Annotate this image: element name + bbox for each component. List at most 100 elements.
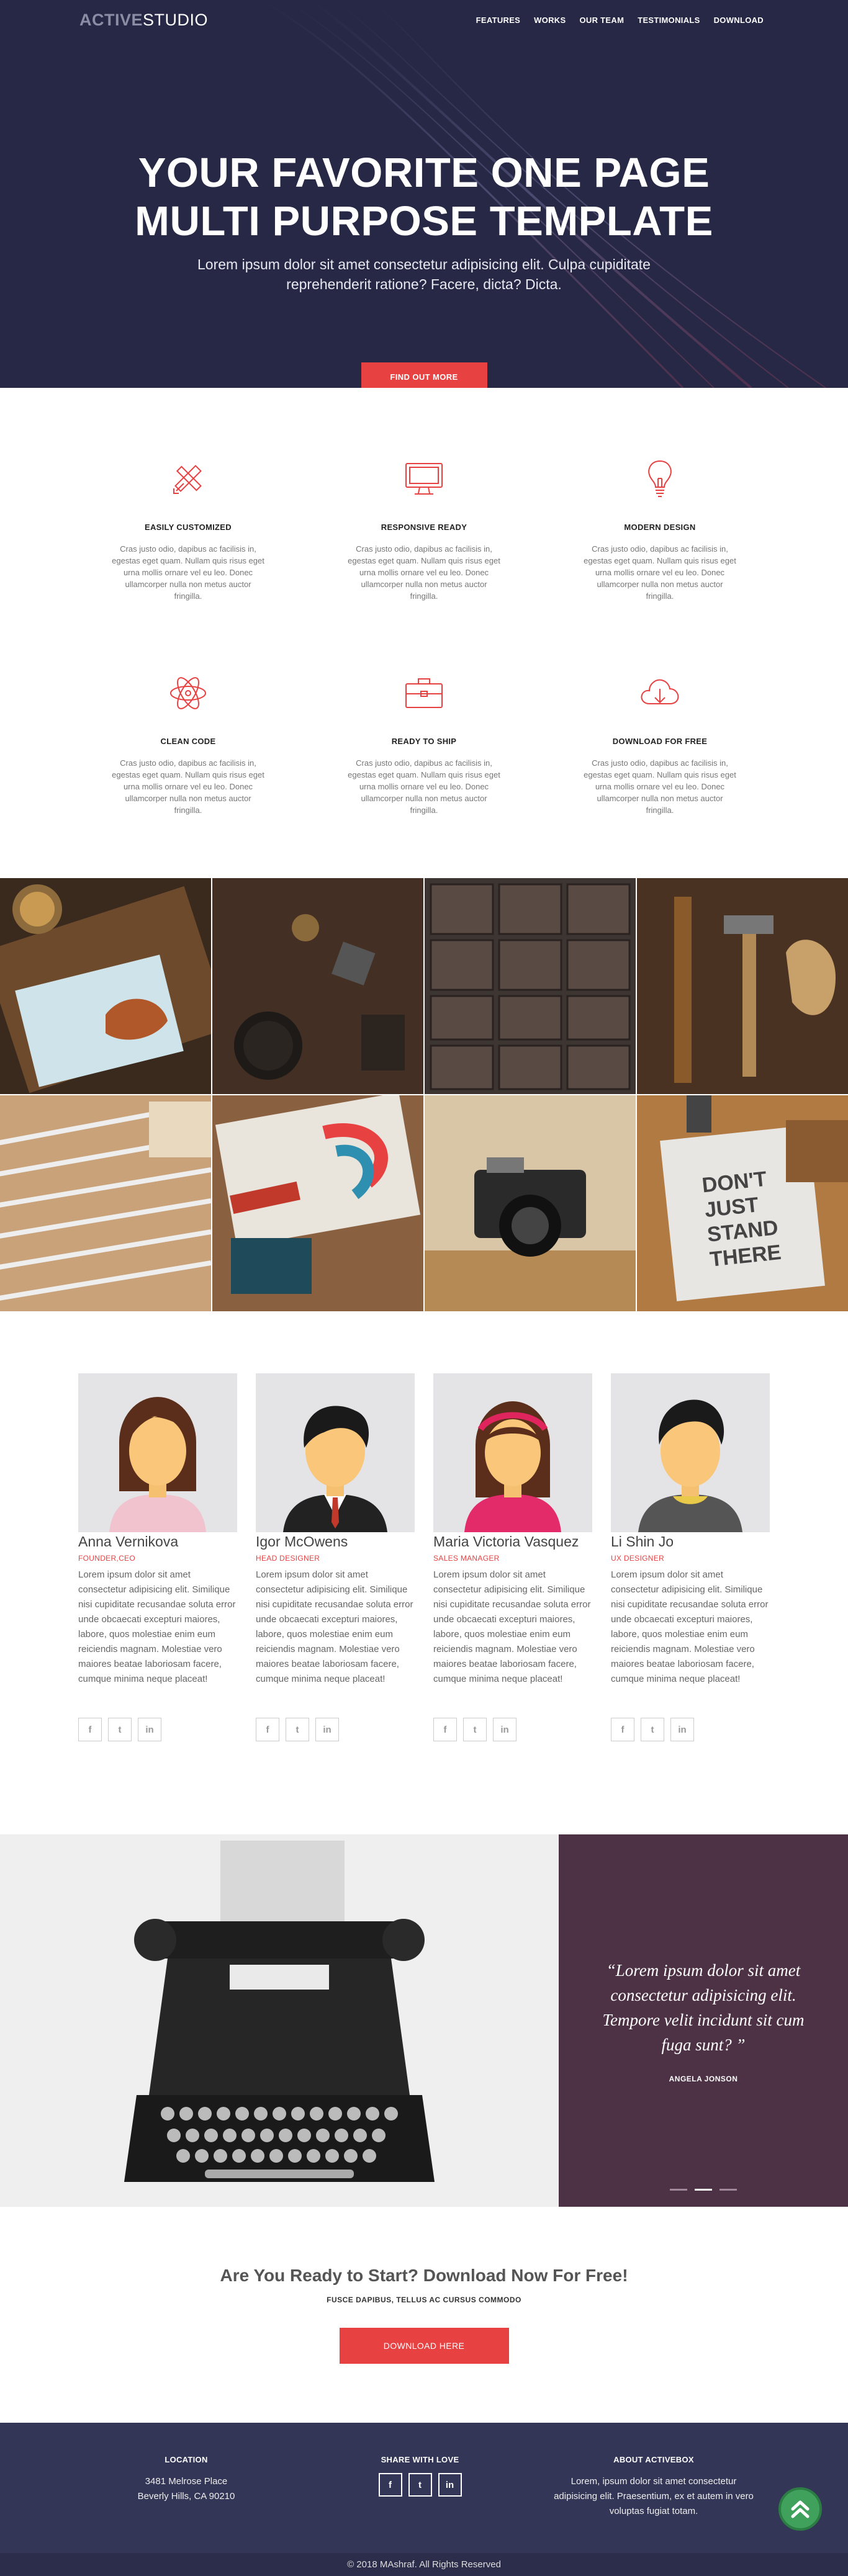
footer-location: LOCATION 3481 Melrose Place Beverly Hills…: [84, 2455, 289, 2519]
feature-card: EASILY CUSTOMIZED Cras justo odio, dapib…: [111, 456, 266, 602]
team-member-card: Li Shin Jo UX DESIGNER Lorem ipsum dolor…: [611, 1373, 770, 1741]
twitter-icon[interactable]: t: [286, 1718, 309, 1741]
find-out-more-button[interactable]: FIND OUT MORE: [361, 362, 487, 388]
download-here-button[interactable]: DOWNLOAD HERE: [339, 2328, 509, 2364]
twitter-icon[interactable]: t: [108, 1718, 132, 1741]
hero-section: ACTIVESTUDIO FEATURES WORKS OUR TEAM TES…: [0, 0, 848, 388]
woman-avatar: [78, 1373, 237, 1532]
feature-card: MODERN DESIGN Cras justo odio, dapibus a…: [582, 456, 737, 602]
nav-our-team[interactable]: OUR TEAM: [579, 16, 624, 25]
facebook-icon[interactable]: f: [256, 1718, 279, 1741]
brand-logo[interactable]: ACTIVESTUDIO: [79, 11, 208, 30]
member-socials: f t in: [611, 1718, 770, 1741]
member-name: Maria Victoria Vasquez: [433, 1533, 579, 1550]
hero-subtitle: Lorem ipsum dolor sit amet consectetur a…: [197, 256, 651, 292]
facebook-icon[interactable]: f: [78, 1718, 102, 1741]
cta-subtitle: FUSCE DAPIBUS, TELLUS AC CURSUS COMMODO: [327, 2296, 521, 2304]
linkedin-icon[interactable]: in: [493, 1718, 516, 1741]
cta-title: Are You Ready to Start? Download Now For…: [220, 2266, 628, 2285]
feature-title: MODERN DESIGN: [624, 523, 696, 532]
team-member-card: Anna Vernikova FOUNDER,CEO Lorem ipsum d…: [78, 1373, 237, 1741]
carousel-dot[interactable]: [670, 2189, 687, 2191]
man-casual-avatar: [611, 1373, 770, 1532]
member-socials: f t in: [256, 1718, 415, 1741]
pencil-ruler-icon: [173, 465, 202, 494]
gallery-item-posters[interactable]: [212, 1095, 423, 1311]
twitter-icon[interactable]: t: [463, 1718, 487, 1741]
footer-share-title: SHARE WITH LOVE: [381, 2455, 459, 2464]
gallery-item-food[interactable]: [0, 878, 211, 1094]
member-bio: Lorem ipsum dolor sit amet consectetur a…: [256, 1569, 413, 1684]
footer-social-links: f t in: [318, 2473, 523, 2497]
feature-title: EASILY CUSTOMIZED: [145, 523, 232, 532]
facebook-icon[interactable]: f: [611, 1718, 634, 1741]
brand-part2: STUDIO: [143, 10, 209, 29]
feature-title: DOWNLOAD FOR FREE: [612, 737, 708, 746]
man-suit-avatar: [256, 1373, 415, 1532]
facebook-icon[interactable]: f: [378, 2473, 402, 2497]
download-cta-section: Are You Ready to Start? Download Now For…: [0, 2207, 848, 2423]
nav-download[interactable]: DOWNLOAD: [714, 16, 764, 25]
footer-about-text: Lorem, ipsum dolor sit amet consectetur …: [554, 2476, 754, 2516]
member-role: HEAD DESIGNER: [256, 1554, 320, 1563]
gallery-item-pencils[interactable]: [0, 1095, 211, 1311]
monitor-icon: [405, 463, 443, 495]
feature-text: Cras justo odio, dapibus ac facilisis in…: [112, 758, 264, 815]
woman-headband-avatar: [433, 1373, 592, 1532]
feature-text: Cras justo odio, dapibus ac facilisis in…: [584, 544, 736, 601]
feature-card: DOWNLOAD FOR FREE Cras justo odio, dapib…: [582, 670, 737, 816]
team-member-card: Maria Victoria Vasquez SALES MANAGER Lor…: [433, 1373, 592, 1741]
feature-text: Cras justo odio, dapibus ac facilisis in…: [584, 758, 736, 815]
linkedin-icon[interactable]: in: [138, 1718, 161, 1741]
brand-part1: ACTIVE: [79, 10, 143, 29]
atom-icon: [170, 677, 206, 709]
member-role: UX DESIGNER: [611, 1554, 664, 1563]
linkedin-icon[interactable]: in: [670, 1718, 694, 1741]
feature-card: READY TO SHIP Cras justo odio, dapibus a…: [346, 670, 502, 816]
scroll-to-top-button[interactable]: [778, 2487, 822, 2531]
footer-share: SHARE WITH LOVE f t in: [318, 2455, 523, 2519]
feature-text: Cras justo odio, dapibus ac facilisis in…: [348, 758, 500, 815]
feature-title: CLEAN CODE: [160, 737, 216, 746]
nav-links: FEATURES WORKS OUR TEAM TESTIMONIALS DOW…: [476, 16, 764, 25]
twitter-icon[interactable]: t: [408, 2473, 432, 2497]
member-name: Igor McOwens: [256, 1533, 348, 1550]
nav-features[interactable]: FEATURES: [476, 16, 521, 25]
team-member-card: Igor McOwens HEAD DESIGNER Lorem ipsum d…: [256, 1373, 415, 1741]
member-name: Li Shin Jo: [611, 1533, 674, 1550]
carousel-indicators: [670, 2189, 737, 2191]
facebook-icon[interactable]: f: [433, 1718, 457, 1741]
hero-title: YOUR FAVORITE ONE PAGE MULTI PURPOSE TEMP…: [135, 150, 713, 245]
testimonial-author: ANGELA JONSON: [669, 2075, 738, 2083]
testimonial-section: “Lorem ipsum dolor sit amet consectetur …: [0, 1834, 848, 2207]
team-section: Anna Vernikova FOUNDER,CEO Lorem ipsum d…: [0, 1311, 848, 1834]
member-role: FOUNDER,CEO: [78, 1554, 135, 1563]
gallery-item-tools[interactable]: [637, 878, 848, 1094]
features-section: EASILY CUSTOMIZED Cras justo odio, dapib…: [0, 388, 848, 878]
member-socials: f t in: [78, 1718, 237, 1741]
testimonial-quote: “Lorem ipsum dolor sit amet consectetur …: [602, 1961, 805, 2054]
gallery-item-notebook[interactable]: DON'T JUST STAND THERE: [637, 1095, 848, 1311]
carousel-dot[interactable]: [719, 2189, 737, 2191]
quote-panel: “Lorem ipsum dolor sit amet consectetur …: [559, 1834, 848, 2207]
linkedin-icon[interactable]: in: [438, 2473, 462, 2497]
navbar: ACTIVESTUDIO FEATURES WORKS OUR TEAM TES…: [0, 0, 848, 40]
twitter-icon[interactable]: t: [641, 1718, 664, 1741]
gallery-item-desk-tools[interactable]: [212, 878, 423, 1094]
works-gallery: DON'T JUST STAND THERE: [0, 878, 848, 1311]
member-bio: Lorem ipsum dolor sit amet consectetur a…: [611, 1569, 769, 1684]
footer-address: 3481 Melrose Place Beverly Hills, CA 9021…: [137, 2476, 235, 2502]
nav-works[interactable]: WORKS: [534, 16, 566, 25]
gallery-item-letterpress[interactable]: [425, 878, 636, 1094]
nav-testimonials[interactable]: TESTIMONIALS: [638, 16, 700, 25]
carousel-dot-active[interactable]: [695, 2189, 712, 2191]
footer-location-title: LOCATION: [165, 2455, 208, 2464]
member-bio: Lorem ipsum dolor sit amet consectetur a…: [78, 1569, 236, 1684]
briefcase-icon: [405, 678, 443, 708]
feature-title: RESPONSIVE READY: [381, 523, 467, 532]
linkedin-icon[interactable]: in: [315, 1718, 339, 1741]
member-name: Anna Vernikova: [78, 1533, 179, 1550]
gallery-item-camera[interactable]: [425, 1095, 636, 1311]
cloud-download-icon: [641, 679, 679, 704]
feature-title: READY TO SHIP: [391, 737, 457, 746]
